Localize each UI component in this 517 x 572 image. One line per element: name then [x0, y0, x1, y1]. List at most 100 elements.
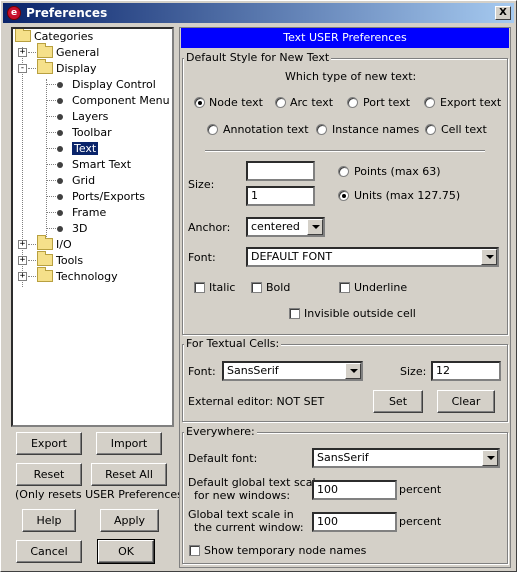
dropdown-arrow-icon[interactable]	[481, 249, 497, 265]
invisible-outside-cell-checkbox[interactable]	[289, 308, 300, 319]
temp-node-names-checkbox[interactable]	[189, 545, 200, 556]
tree-item-text[interactable]: Text	[57, 141, 99, 157]
dropdown-arrow-icon[interactable]	[482, 450, 498, 466]
folder-icon	[37, 267, 53, 282]
export-button[interactable]: Export	[16, 432, 82, 455]
underline-checkbox[interactable]	[339, 282, 350, 293]
italic-checkbox[interactable]	[194, 282, 205, 293]
cells-size-input[interactable]: 12	[431, 361, 501, 381]
radio-export-text[interactable]	[424, 97, 435, 108]
radio-arc-text-label: Arc text	[290, 96, 334, 109]
tree-branch-line	[46, 228, 56, 229]
tree-item-grid[interactable]: Grid	[57, 173, 95, 189]
default-font-label: Default font:	[188, 452, 258, 465]
cells-font-select-value: SansSerif	[227, 364, 279, 377]
window-scale-label-line1: Global text scale in	[188, 508, 294, 521]
points-size-input[interactable]	[246, 161, 315, 181]
font-select[interactable]: DEFAULT FONT	[246, 247, 499, 267]
textual-cells-group-label: For Textual Cells:	[184, 337, 282, 350]
expand-icon[interactable]: +	[18, 256, 27, 265]
close-button[interactable]: X	[495, 6, 511, 20]
tree-branch-line	[28, 52, 36, 53]
collapse-icon[interactable]: -	[18, 64, 27, 73]
window-scale-unit: percent	[399, 515, 442, 528]
leaf-icon	[57, 82, 63, 88]
units-size-input[interactable]: 1	[246, 186, 315, 206]
tree-item-technology[interactable]: Technology	[37, 267, 118, 285]
tree-item-label-selected: Text	[72, 142, 99, 155]
leaf-icon	[57, 146, 63, 152]
dropdown-arrow-icon[interactable]	[345, 363, 361, 379]
import-button[interactable]: Import	[96, 432, 162, 455]
radio-instance-names[interactable]	[316, 124, 327, 135]
tree-item-label: Grid	[72, 174, 96, 187]
radio-export-text-label: Export text	[440, 96, 502, 109]
tree-root-label: Categories	[34, 30, 94, 43]
tree-branch-line	[46, 164, 56, 165]
global-scale-input[interactable]: 100	[312, 480, 397, 500]
radio-arc-text[interactable]	[275, 97, 286, 108]
help-button[interactable]: Help	[22, 509, 76, 532]
reset-button[interactable]: Reset	[16, 463, 82, 486]
ok-button[interactable]: OK	[97, 539, 155, 564]
anchor-select[interactable]: centered	[246, 217, 325, 237]
divider	[205, 150, 485, 152]
tree-root-categories[interactable]: Categories	[15, 29, 93, 45]
tree-branch-line	[46, 100, 56, 101]
tree-item-display-control[interactable]: Display Control	[57, 77, 156, 93]
cells-font-select[interactable]: SansSerif	[222, 361, 363, 381]
tree-item-3d[interactable]: 3D	[57, 221, 87, 237]
tree-branch-line	[46, 180, 56, 181]
folder-icon	[37, 251, 53, 266]
tree-item-label: I/O	[56, 238, 72, 251]
tree-branch-line	[28, 276, 36, 277]
leaf-icon	[57, 194, 63, 200]
radio-port-text[interactable]	[347, 97, 358, 108]
window-scale-input[interactable]: 100	[312, 512, 397, 532]
tree-item-display[interactable]: Display	[37, 59, 97, 77]
tree-item-label: Display	[56, 62, 97, 75]
tree-branch-line	[46, 212, 56, 213]
cancel-button[interactable]: Cancel	[16, 540, 82, 563]
expand-icon[interactable]: +	[18, 272, 27, 281]
tree-guide-line	[22, 47, 23, 287]
font-label: Font:	[188, 251, 216, 264]
apply-button[interactable]: Apply	[100, 509, 159, 532]
tree-item-label: 3D	[72, 222, 88, 235]
tree-item-general[interactable]: General	[37, 43, 99, 61]
size-label: Size:	[188, 178, 215, 191]
bold-checkbox[interactable]	[251, 282, 262, 293]
default-style-group-label: Default Style for New Text	[184, 51, 332, 64]
bold-label: Bold	[266, 281, 291, 294]
category-tree[interactable]: Categories + General - Display Display C…	[11, 27, 174, 427]
dropdown-arrow-icon[interactable]	[307, 219, 323, 235]
radio-points[interactable]	[338, 166, 349, 177]
tree-item-label: Smart Text	[72, 158, 132, 171]
radio-annotation-text[interactable]	[207, 124, 218, 135]
tree-item-layers[interactable]: Layers	[57, 109, 108, 125]
set-editor-button[interactable]: Set	[373, 390, 423, 413]
which-type-label: Which type of new text:	[285, 70, 417, 83]
radio-units[interactable]	[338, 190, 349, 201]
title-bar[interactable]: e Preferences X	[3, 3, 514, 23]
radio-node-text[interactable]	[194, 97, 205, 108]
tree-item-frame[interactable]: Frame	[57, 205, 106, 221]
radio-units-label: Units (max 127.75)	[354, 189, 461, 202]
tree-item-label: Toolbar	[72, 126, 112, 139]
tree-branch-line	[46, 196, 56, 197]
tree-item-ports-exports[interactable]: Ports/Exports	[57, 189, 145, 205]
radio-cell-text[interactable]	[425, 124, 436, 135]
tree-item-smart-text[interactable]: Smart Text	[57, 157, 131, 173]
clear-editor-button[interactable]: Clear	[437, 390, 495, 413]
underline-label: Underline	[354, 281, 408, 294]
expand-icon[interactable]: +	[18, 48, 27, 57]
reset-all-button[interactable]: Reset All	[91, 463, 167, 486]
temp-node-names-label: Show temporary node names	[204, 544, 367, 557]
leaf-icon	[57, 162, 63, 168]
tree-item-label: Ports/Exports	[72, 190, 145, 203]
expand-icon[interactable]: +	[18, 240, 27, 249]
tree-item-label: Technology	[56, 270, 118, 283]
default-font-select[interactable]: SansSerif	[312, 448, 500, 468]
tree-item-toolbar[interactable]: Toolbar	[57, 125, 112, 141]
tree-item-component-menu[interactable]: Component Menu	[57, 93, 170, 109]
